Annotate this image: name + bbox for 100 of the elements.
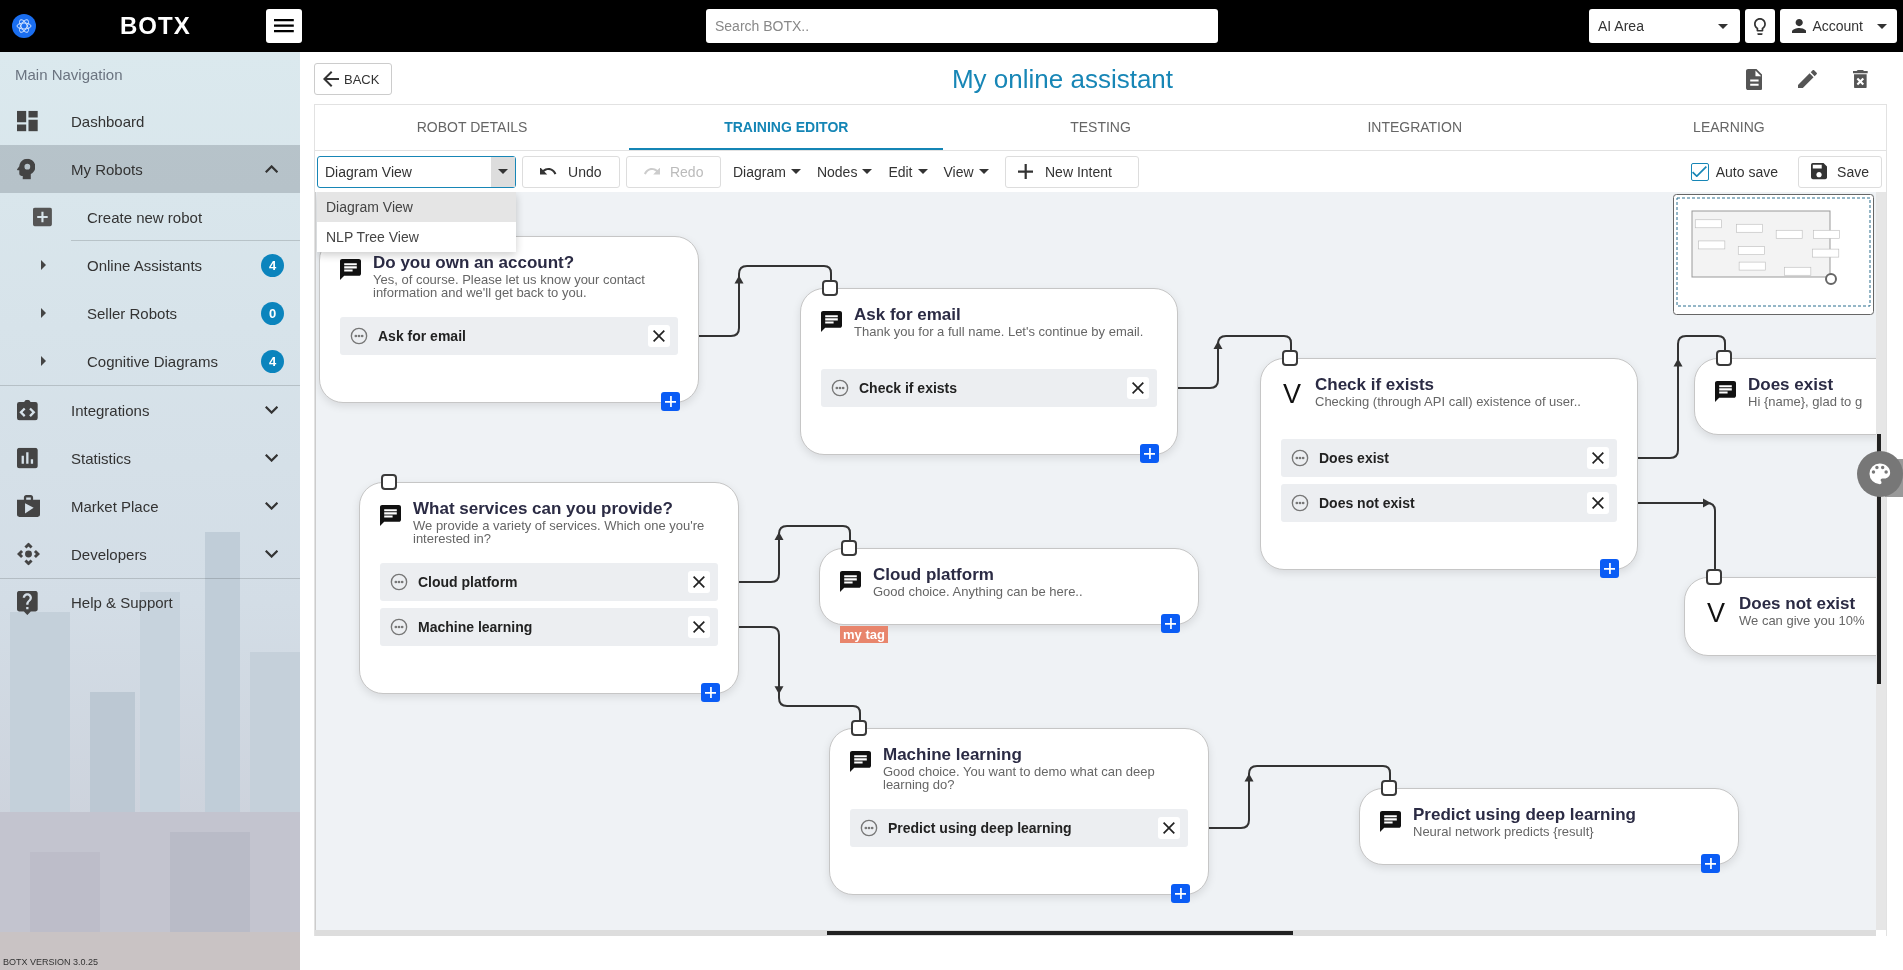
chevron-up-icon[interactable] xyxy=(264,164,278,174)
node-title: Does not exist xyxy=(1739,594,1857,614)
input-port[interactable] xyxy=(841,540,857,556)
menu-dropdown[interactable]: Diagram xyxy=(727,155,807,188)
menu-dropdown[interactable]: View xyxy=(937,155,995,188)
intent-row[interactable]: Predict using deep learning xyxy=(850,809,1188,847)
code-box-icon xyxy=(17,399,38,421)
node-description: Hi {name}, glad to g xyxy=(1748,395,1863,408)
nav-subitem[interactable]: Seller Robots 0 xyxy=(0,289,300,337)
nav-item[interactable]: Help & Support xyxy=(0,578,300,626)
nav-subitem[interactable]: Cognitive Diagrams 4 xyxy=(0,337,300,385)
nav-subitem[interactable]: Online Assistants 4 xyxy=(0,241,300,289)
person-icon xyxy=(1792,18,1807,34)
input-port[interactable] xyxy=(381,474,397,490)
nav-item[interactable]: Statistics xyxy=(0,434,300,482)
nav-item[interactable]: Developers xyxy=(0,530,300,578)
add-button[interactable] xyxy=(701,683,720,702)
add-button[interactable] xyxy=(1171,884,1190,903)
caret-icon[interactable] xyxy=(41,308,46,318)
chevron-down-icon[interactable] xyxy=(264,453,278,463)
new-intent-button[interactable]: New Intent xyxy=(1004,155,1139,188)
remove-button[interactable] xyxy=(648,325,670,347)
nav-item[interactable]: Market Place xyxy=(0,482,300,530)
intent-row[interactable]: Does exist xyxy=(1281,439,1617,477)
pencil-icon[interactable] xyxy=(1798,69,1818,89)
add-button[interactable] xyxy=(1140,444,1159,463)
arrows-icon xyxy=(17,542,40,566)
remove-button[interactable] xyxy=(1127,377,1149,399)
dropdown-option[interactable]: NLP Tree View xyxy=(317,222,516,252)
close-icon xyxy=(653,330,665,342)
remove-button[interactable] xyxy=(688,616,710,638)
validation-symbol: V xyxy=(1706,598,1726,629)
intent-row[interactable]: Ask for email xyxy=(340,317,678,355)
view-select[interactable]: Diagram View xyxy=(317,155,516,188)
trash-icon[interactable] xyxy=(1853,69,1868,89)
remove-button[interactable] xyxy=(688,571,710,593)
chevron-down-icon[interactable] xyxy=(264,405,278,415)
chevron-down-icon[interactable] xyxy=(264,549,278,559)
nav-item[interactable]: Dashboard xyxy=(0,97,300,145)
horizontal-scrollbar[interactable] xyxy=(315,930,1876,936)
more-icon xyxy=(390,618,408,636)
remove-button[interactable] xyxy=(1587,492,1609,514)
floppy-icon xyxy=(1811,163,1828,180)
caret-icon xyxy=(862,169,873,174)
caret-icon[interactable] xyxy=(41,260,46,270)
redo-icon xyxy=(643,168,660,175)
validation-symbol: V xyxy=(1282,379,1302,410)
palette-button[interactable] xyxy=(1857,451,1903,497)
input-port[interactable] xyxy=(851,720,867,736)
caret-icon[interactable] xyxy=(41,356,46,366)
input-port[interactable] xyxy=(1381,780,1397,796)
save-button[interactable]: Save xyxy=(1798,155,1882,188)
add-button[interactable] xyxy=(661,392,680,411)
plus-icon xyxy=(1164,617,1177,630)
node-title: Check if exists xyxy=(1315,375,1436,395)
help-icon xyxy=(17,590,38,615)
account-button[interactable]: Account xyxy=(1780,9,1897,43)
search-field[interactable]: Search BOTX.. xyxy=(706,9,1218,43)
node-description: We can give you 10% xyxy=(1739,614,1865,627)
intent-row[interactable]: Check if exists xyxy=(821,369,1157,407)
chevron-down-icon[interactable] xyxy=(264,501,278,511)
remove-button[interactable] xyxy=(1587,447,1609,469)
node-title: Does exist xyxy=(1748,375,1835,395)
dropdown-option[interactable]: Diagram View xyxy=(317,192,516,222)
logo-icon[interactable] xyxy=(12,14,36,38)
back-button[interactable]: BACK xyxy=(314,63,392,95)
menu-button[interactable] xyxy=(266,9,302,43)
undo-button[interactable]: Undo xyxy=(522,155,620,188)
input-port[interactable] xyxy=(1716,350,1732,366)
nav-subitem[interactable]: Create new robot xyxy=(0,193,300,241)
input-port[interactable] xyxy=(822,280,838,296)
close-icon xyxy=(1163,822,1175,834)
add-button[interactable] xyxy=(1701,854,1720,873)
bulb-button[interactable] xyxy=(1745,9,1775,43)
nav-heading: Main Navigation xyxy=(14,65,124,85)
document-icon[interactable] xyxy=(1745,68,1763,90)
area-select[interactable]: AI Area xyxy=(1589,9,1740,43)
menu-dropdown[interactable]: Nodes xyxy=(810,155,879,188)
menu-dropdown[interactable]: Edit xyxy=(882,155,934,188)
add-button[interactable] xyxy=(1161,614,1180,633)
input-port[interactable] xyxy=(1282,350,1298,366)
add-button[interactable] xyxy=(1600,559,1619,578)
vertical-scrollbar[interactable] xyxy=(1876,192,1886,930)
message-icon xyxy=(1380,811,1401,832)
input-port[interactable] xyxy=(1706,569,1722,585)
caret-icon xyxy=(917,169,928,174)
head-icon xyxy=(17,158,36,180)
intent-row[interactable]: Does not exist xyxy=(1281,484,1617,522)
minimap-drawing[interactable] xyxy=(1673,194,1874,315)
node-title: What services can you provide? xyxy=(413,499,674,519)
intent-row[interactable]: Cloud platform xyxy=(380,563,718,601)
nav-item[interactable]: Integrations xyxy=(0,386,300,434)
node-title: Do you own an account? xyxy=(373,253,576,273)
intent-row[interactable]: Machine learning xyxy=(380,608,718,646)
nav-item[interactable]: My Robots xyxy=(0,145,300,193)
arrow-left-icon xyxy=(323,71,339,87)
auto-save-label: Auto save xyxy=(1715,163,1778,180)
auto-save-checkbox[interactable] xyxy=(1690,162,1709,181)
message-icon xyxy=(821,311,842,332)
remove-button[interactable] xyxy=(1158,817,1180,839)
